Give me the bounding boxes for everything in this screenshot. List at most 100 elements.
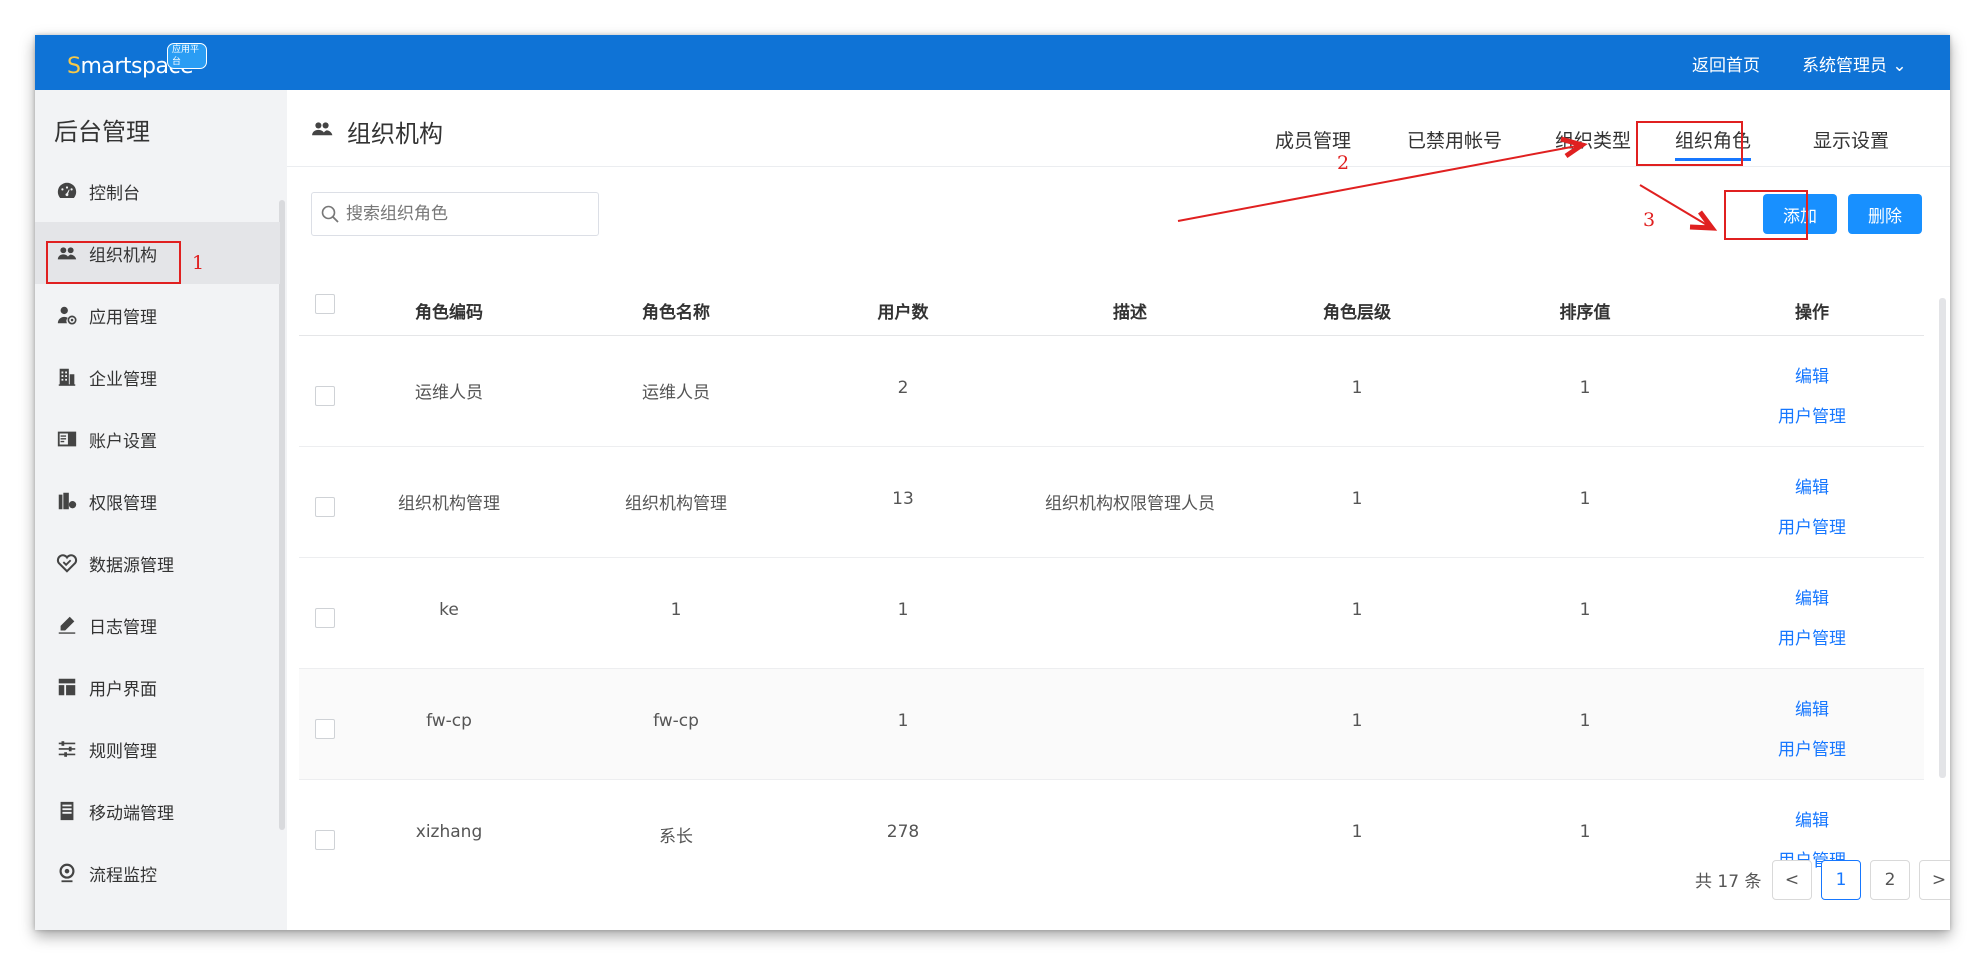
cell-level: 1	[1351, 489, 1363, 509]
sidebar-item-enterprise[interactable]: 企业管理	[35, 346, 280, 408]
cell-code: ke	[439, 600, 459, 620]
cell-sort: 1	[1579, 378, 1591, 398]
sidebar-item-label: 控制台	[89, 183, 140, 204]
row-checkbox[interactable]	[315, 497, 335, 517]
sidebar-title: 后台管理	[54, 118, 150, 146]
edit-link[interactable]: 编辑	[1722, 695, 1902, 720]
log-icon	[55, 613, 79, 637]
table-header: 角色编码 角色名称 用户数 描述 角色层级 排序值 操作	[299, 280, 1924, 336]
pagination-page-1[interactable]: 1	[1821, 860, 1861, 900]
cell-users: 2	[897, 378, 909, 398]
sidebar-item-logs[interactable]: 日志管理	[35, 594, 280, 656]
sidebar-item-label: 企业管理	[89, 369, 157, 390]
users-icon	[312, 122, 333, 136]
table-row: fw-cp fw-cp 1 1 1 编辑 用户管理	[299, 669, 1924, 780]
cell-code: fw-cp	[426, 711, 472, 731]
rules-icon	[55, 737, 79, 761]
cell-sort: 1	[1579, 600, 1591, 620]
pagination-prev-button[interactable]: <	[1772, 860, 1812, 900]
tab-display-settings[interactable]: 显示设置	[1813, 126, 1889, 153]
page-title: 组织机构	[347, 120, 443, 148]
cell-sort: 1	[1579, 822, 1591, 842]
cell-users: 1	[897, 600, 909, 620]
cell-sort: 1	[1579, 489, 1591, 509]
column-header-desc: 描述	[1113, 303, 1147, 323]
home-link[interactable]: 返回首页	[1692, 51, 1760, 76]
pagination-total: 共 17 条	[1695, 872, 1762, 892]
table-row: 运维人员 运维人员 2 1 1 编辑 用户管理	[299, 336, 1924, 447]
sidebar-item-mobile[interactable]: 移动端管理	[35, 780, 280, 842]
edit-link[interactable]: 编辑	[1722, 584, 1902, 609]
layout-icon	[55, 675, 79, 699]
edit-link[interactable]: 编辑	[1722, 362, 1902, 387]
smartspace-logo[interactable]: Smartspace 应用平台	[67, 43, 207, 83]
annotation-box-add	[1724, 190, 1808, 240]
app-window: Smartspace 应用平台 返回首页 系统管理员 ⌄ 后台管理 控制台 组织…	[35, 35, 1950, 930]
tab-members[interactable]: 成员管理	[1275, 126, 1351, 153]
sidebar-item-ui[interactable]: 用户界面	[35, 656, 280, 718]
delete-button[interactable]: 删除	[1848, 194, 1922, 234]
sidebar-item-label: 流程监控	[89, 865, 157, 886]
row-checkbox[interactable]	[315, 608, 335, 628]
cell-code: 运维人员	[415, 383, 483, 403]
sidebar-item-permissions[interactable]: 权限管理	[35, 470, 280, 532]
select-all-checkbox[interactable]	[315, 294, 335, 314]
table-row: xizhang 系长 278 1 1 编辑 用户管理	[299, 780, 1924, 891]
sidebar-item-label: 数据源管理	[89, 555, 174, 576]
app-user-icon	[55, 303, 79, 327]
user-management-link[interactable]: 用户管理	[1722, 513, 1902, 538]
sidebar-item-dashboard[interactable]: 控制台	[35, 160, 280, 222]
table-scrollbar[interactable]	[1939, 298, 1946, 778]
tab-org-types[interactable]: 组织类型	[1555, 126, 1631, 153]
cell-users: 1	[897, 711, 909, 731]
user-menu[interactable]: 系统管理员 ⌄	[1802, 51, 1907, 76]
user-management-link[interactable]: 用户管理	[1722, 624, 1902, 649]
sidebar-item-label: 移动端管理	[89, 803, 174, 824]
column-header-actions: 操作	[1795, 303, 1829, 323]
sidebar-item-apps[interactable]: 应用管理	[35, 284, 280, 346]
row-checkbox[interactable]	[315, 386, 335, 406]
cell-name: 组织机构管理	[625, 494, 727, 514]
mobile-icon	[55, 799, 79, 823]
sidebar-item-account[interactable]: 账户设置	[35, 408, 280, 470]
search-box[interactable]	[311, 192, 599, 236]
edit-link[interactable]: 编辑	[1722, 806, 1902, 831]
column-header-name: 角色名称	[642, 303, 710, 323]
pagination-next-button[interactable]: >	[1919, 860, 1950, 900]
sidebar: 后台管理 控制台 组织机构 应用管理 企业管理 账户设置 权限管理 数据源管理 …	[35, 90, 287, 930]
sidebar-item-label: 应用管理	[89, 307, 157, 328]
cell-code: xizhang	[415, 822, 483, 842]
main-content: 组织机构 成员管理 已禁用帐号 组织类型 组织角色 显示设置 添加 删除 角色编…	[287, 90, 1950, 930]
sidebar-item-datasource[interactable]: 数据源管理	[35, 532, 280, 594]
annotation-number-1: 1	[192, 252, 205, 274]
cell-sort: 1	[1579, 711, 1591, 731]
annotation-number-3: 3	[1643, 209, 1656, 231]
row-checkbox[interactable]	[315, 719, 335, 739]
user-management-link[interactable]: 用户管理	[1722, 402, 1902, 427]
sidebar-item-rules[interactable]: 规则管理	[35, 718, 280, 780]
search-input[interactable]	[346, 193, 586, 235]
search-icon	[321, 205, 339, 223]
edit-link[interactable]: 编辑	[1722, 473, 1902, 498]
pagination-page-2[interactable]: 2	[1870, 860, 1910, 900]
sidebar-item-label: 日志管理	[89, 617, 157, 638]
cell-desc: 组织机构权限管理人员	[1045, 494, 1215, 514]
sidebar-item-label: 用户界面	[89, 679, 157, 700]
table-row: ke 1 1 1 1 编辑 用户管理	[299, 558, 1924, 669]
column-header-code: 角色编码	[415, 303, 483, 323]
account-settings-icon	[55, 427, 79, 451]
user-management-link[interactable]: 用户管理	[1722, 735, 1902, 760]
tab-disabled-accounts[interactable]: 已禁用帐号	[1407, 126, 1502, 153]
annotation-box-tab	[1636, 121, 1743, 166]
column-header-users: 用户数	[877, 303, 929, 323]
sidebar-item-label: 权限管理	[89, 493, 157, 514]
sidebar-item-label: 规则管理	[89, 741, 157, 762]
sidebar-item-label: 账户设置	[89, 431, 157, 452]
top-bar: Smartspace 应用平台 返回首页 系统管理员 ⌄	[35, 35, 1950, 90]
row-checkbox[interactable]	[315, 830, 335, 850]
sidebar-item-monitor[interactable]: 流程监控	[35, 842, 280, 904]
annotation-number-2: 2	[1337, 152, 1350, 174]
cell-name: 系长	[659, 827, 693, 847]
cell-level: 1	[1351, 600, 1363, 620]
cell-level: 1	[1351, 711, 1363, 731]
